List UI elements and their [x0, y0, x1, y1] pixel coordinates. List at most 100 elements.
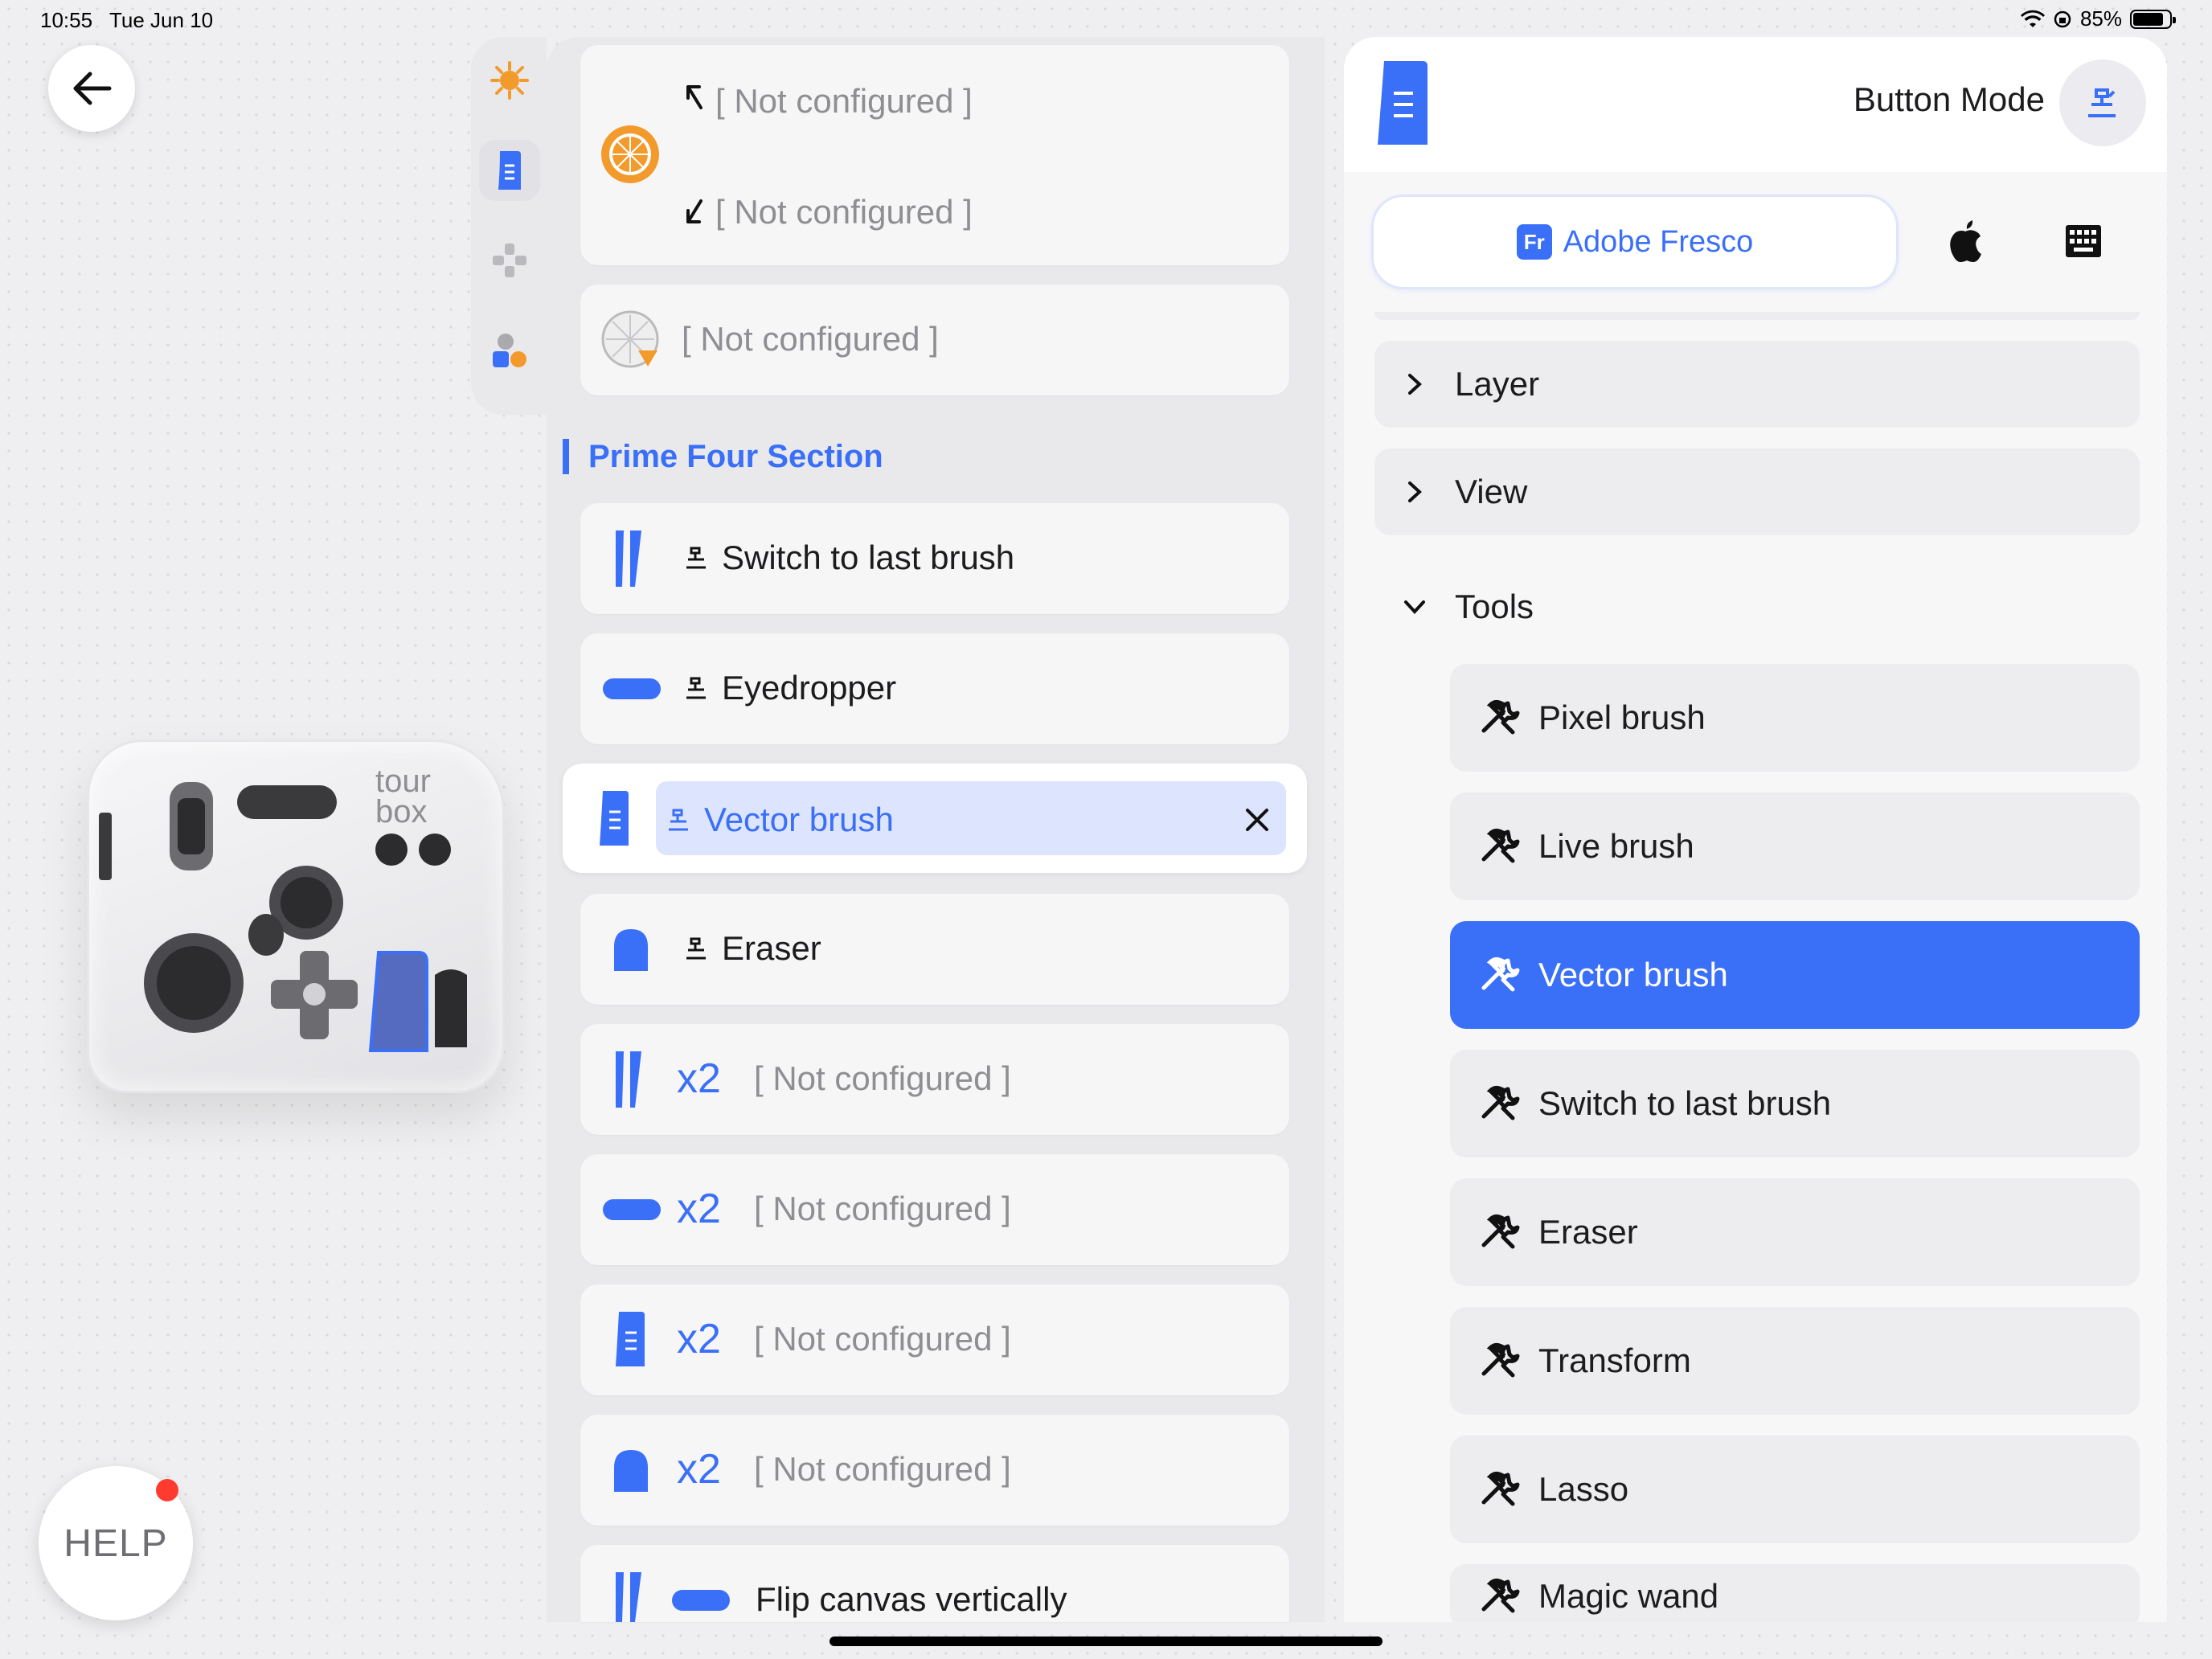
close-icon[interactable]: [1244, 807, 1270, 833]
tool-item[interactable]: Vector brush: [1450, 921, 2140, 1029]
battery-percent: 85%: [2079, 6, 2122, 31]
prime-item-tall-double[interactable]: x2 [ Not configured ]: [580, 1024, 1289, 1135]
keyboard-icon[interactable]: [2064, 223, 2103, 259]
device-brand-line2: box: [375, 794, 428, 830]
tool-item[interactable]: Pixel brush: [1450, 664, 2140, 772]
tools-icon: [1481, 1471, 1520, 1506]
category-view[interactable]: View: [1374, 449, 2140, 535]
selected-action-label: Vector brush: [704, 801, 894, 838]
tourbox-device-illustration: tour box: [99, 764, 467, 1052]
tools-icon: [1481, 1085, 1520, 1120]
tool-label: Pixel brush: [1538, 698, 1706, 736]
category-layer[interactable]: Layer: [1374, 341, 2140, 428]
top-button-icon: [616, 1312, 645, 1366]
tool-item[interactable]: Live brush: [1450, 793, 2140, 900]
app-tab-adobe-fresco[interactable]: Fr Adobe Fresco: [1371, 195, 1899, 289]
action-library-panel: Button Mode Fr Adobe Fresco Layer View T…: [1344, 37, 2167, 1622]
orientation-lock-icon: [2054, 10, 2071, 27]
double-press-label: x2: [677, 1446, 721, 1493]
shortcut-icon: [686, 547, 706, 569]
tourbox-device-image: tour box: [87, 739, 505, 1093]
chevron-down-icon: [1404, 600, 1425, 614]
arrow-left-icon: [73, 72, 112, 105]
rotate-right-icon: [686, 199, 703, 223]
tool-item[interactable]: Switch to last brush: [1450, 1050, 2140, 1157]
prime-item-label: Eyedropper: [722, 669, 897, 707]
prime-item-top-double[interactable]: x2 [ Not configured ]: [580, 1284, 1289, 1395]
shortcut-icon: [669, 809, 688, 831]
status-right: 85%: [2020, 6, 2176, 31]
prime-item-label: [ Not configured ]: [754, 1190, 1011, 1227]
chevron-right-icon: [1408, 481, 1422, 502]
side-button-icon: [603, 1199, 661, 1220]
prime-button-icon: [498, 151, 521, 190]
tool-label: Lasso: [1538, 1470, 1629, 1508]
prime-item-side-button[interactable]: Eyedropper: [580, 633, 1289, 744]
prime-item-c-button[interactable]: Eraser: [580, 894, 1289, 1005]
tall-button-icon: [616, 1572, 641, 1622]
dpad-icon: [493, 244, 526, 277]
double-press-label: x2: [677, 1186, 721, 1232]
c-button-icon: [614, 929, 648, 971]
knob-card[interactable]: [ Not configured ] [ Not configured ]: [580, 45, 1289, 265]
prime-item-label: Switch to last brush: [722, 539, 1015, 576]
back-button[interactable]: [48, 45, 135, 132]
category-label: View: [1455, 473, 1528, 510]
tool-item[interactable]: Magic wand: [1450, 1564, 2140, 1622]
scroll-edge: [1374, 312, 2140, 320]
sidebar-prime-four-section[interactable]: [479, 140, 540, 201]
prime-item-side-double[interactable]: x2 [ Not configured ]: [580, 1154, 1289, 1265]
side-button-icon: [672, 1590, 730, 1611]
sidebar-dial-section[interactable]: [479, 50, 540, 111]
help-label: HELP: [63, 1522, 168, 1565]
sun-dial-icon: [490, 61, 529, 100]
dial-label: [ Not configured ]: [682, 320, 939, 358]
prime-item-tall-button[interactable]: Switch to last brush: [580, 503, 1289, 614]
shortcut-icon: [686, 937, 706, 960]
status-bar: 10:55 Tue Jun 10 85%: [0, 0, 2212, 39]
adobe-fresco-icon: Fr: [1516, 224, 1552, 260]
side-button-icon: [603, 678, 661, 699]
tall-button-icon: [616, 1051, 641, 1108]
apple-icon[interactable]: [1947, 219, 1984, 262]
tool-label: Vector brush: [1538, 956, 1728, 993]
status-date: Tue Jun 10: [109, 8, 214, 32]
mode-label: Button Mode: [1853, 80, 2045, 118]
tool-item[interactable]: Transform: [1450, 1307, 2140, 1415]
prime-item-label: Flip canvas vertically: [756, 1580, 1067, 1618]
top-button-icon: [600, 791, 629, 846]
mode-button[interactable]: [2059, 59, 2146, 146]
tools-icon: [1481, 1214, 1520, 1249]
tools-icon: [1481, 699, 1520, 735]
tools-icon: [1481, 956, 1520, 992]
prime-item-label: [ Not configured ]: [754, 1320, 1011, 1358]
tools-icon: [1481, 828, 1520, 863]
tool-label: Live brush: [1538, 827, 1694, 865]
category-tools[interactable]: Tools: [1374, 571, 2140, 643]
shortcut-icon: [686, 677, 706, 699]
dial-press-icon: [601, 310, 659, 368]
shapes-icon: [493, 334, 526, 367]
category-label: Tools: [1455, 588, 1534, 625]
app-tab-label: Adobe Fresco: [1563, 224, 1754, 259]
tool-item[interactable]: Lasso: [1450, 1436, 2140, 1543]
status-time: 10:55: [40, 8, 93, 32]
rotate-left-icon: [686, 85, 703, 109]
prime-item-label: [ Not configured ]: [754, 1059, 1011, 1097]
knob-right-label: [ Not configured ]: [715, 193, 973, 231]
panel-header: Button Mode: [1344, 37, 2167, 172]
tools-icon: [1481, 1578, 1520, 1613]
tools-icon: [1481, 1342, 1520, 1378]
home-indicator: [830, 1636, 1382, 1646]
prime-item-combo[interactable]: Flip canvas vertically: [580, 1545, 1289, 1622]
notification-dot: [156, 1479, 178, 1501]
dial-card[interactable]: [ Not configured ]: [580, 285, 1289, 395]
chevron-right-icon: [1408, 374, 1422, 395]
prime-item-c-double[interactable]: x2 [ Not configured ]: [580, 1415, 1289, 1526]
sidebar-dpad-section[interactable]: [479, 230, 540, 291]
sidebar-combo-section[interactable]: [479, 320, 540, 381]
knob-icon: [601, 125, 659, 183]
knob-left-label: [ Not configured ]: [715, 82, 973, 120]
tool-label: Switch to last brush: [1538, 1084, 1832, 1122]
tool-item[interactable]: Eraser: [1450, 1178, 2140, 1286]
